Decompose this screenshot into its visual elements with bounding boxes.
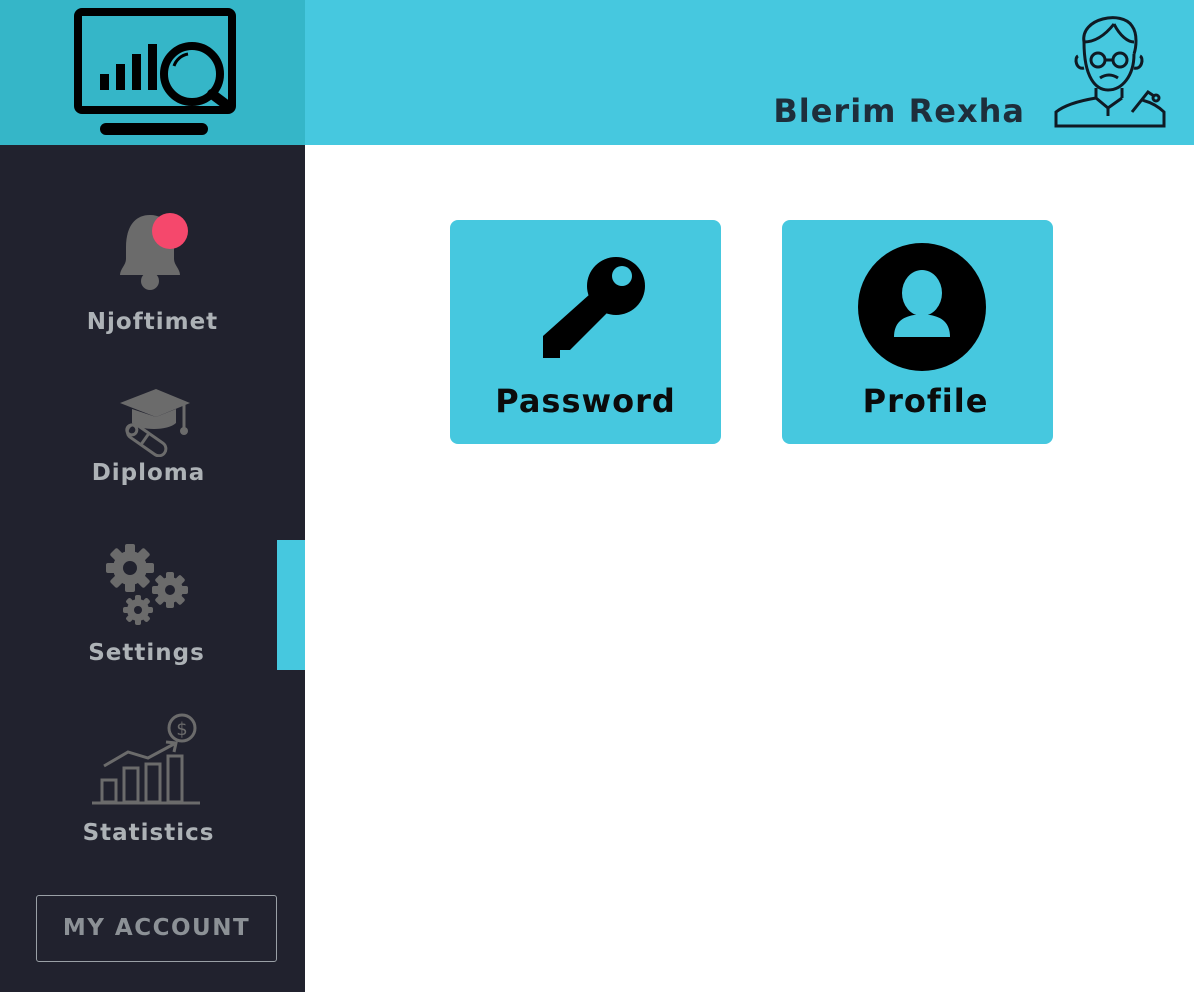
sidebar: Njoftimet Diploma Settings $ Statistics … bbox=[0, 145, 305, 992]
gears-icon bbox=[106, 544, 188, 625]
top-bar: Blerim Rexha bbox=[305, 0, 1194, 145]
sidebar-item-label: Njoftimet bbox=[86, 309, 219, 335]
teacher-avatar-icon[interactable] bbox=[1050, 12, 1168, 130]
user-circle-icon bbox=[858, 243, 986, 371]
password-tile[interactable]: Password bbox=[450, 220, 721, 444]
graduation-cap-diploma-icon bbox=[120, 389, 190, 457]
sidebar-item-diploma[interactable]: Diploma bbox=[0, 385, 305, 505]
my-account-button[interactable]: MY ACCOUNT bbox=[36, 895, 277, 962]
svg-text:$: $ bbox=[176, 719, 187, 740]
monitor-chart-search-icon bbox=[74, 8, 236, 135]
profile-tile[interactable]: Profile bbox=[782, 220, 1053, 444]
sidebar-item-settings[interactable]: Settings bbox=[0, 540, 305, 675]
sidebar-item-statistics[interactable]: $ Statistics bbox=[0, 710, 305, 855]
sidebar-item-label: Settings bbox=[88, 640, 205, 666]
logo-area[interactable] bbox=[0, 0, 305, 145]
password-label: Password bbox=[495, 382, 676, 420]
active-item-indicator bbox=[277, 540, 305, 670]
sidebar-item-njoftimet[interactable]: Njoftimet bbox=[0, 205, 305, 345]
key-icon bbox=[543, 257, 645, 358]
bell-icon bbox=[120, 213, 188, 290]
sidebar-item-label: Statistics bbox=[82, 820, 215, 846]
profile-label: Profile bbox=[862, 382, 989, 420]
sidebar-item-label: Diploma bbox=[91, 460, 206, 486]
user-name[interactable]: Blerim Rexha bbox=[773, 92, 1025, 130]
statistics-chart-icon: $ bbox=[92, 713, 200, 805]
